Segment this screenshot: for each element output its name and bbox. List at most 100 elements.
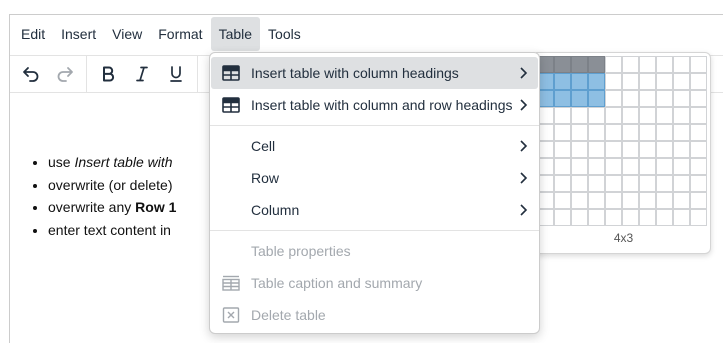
grid-cell[interactable] bbox=[690, 107, 707, 124]
grid-cell[interactable] bbox=[690, 209, 707, 226]
grid-cell[interactable] bbox=[622, 56, 639, 73]
grid-cell[interactable] bbox=[588, 141, 605, 158]
grid-cell[interactable] bbox=[673, 124, 690, 141]
underline-button[interactable] bbox=[159, 57, 193, 91]
grid-cell[interactable] bbox=[622, 107, 639, 124]
grid-cell[interactable] bbox=[690, 175, 707, 192]
grid-cell[interactable] bbox=[588, 209, 605, 226]
menu-item-insert-table-column-row-headings[interactable]: Insert table with column and row heading… bbox=[211, 89, 538, 121]
grid-cell[interactable] bbox=[639, 90, 656, 107]
grid-cell[interactable] bbox=[588, 175, 605, 192]
grid-cell[interactable] bbox=[571, 124, 588, 141]
redo-button[interactable] bbox=[48, 57, 82, 91]
grid-cell[interactable] bbox=[639, 124, 656, 141]
menu-edit[interactable]: Edit bbox=[13, 17, 53, 51]
grid-cell[interactable] bbox=[690, 141, 707, 158]
grid-cell[interactable] bbox=[639, 192, 656, 209]
grid-cell[interactable] bbox=[656, 90, 673, 107]
grid-cell[interactable] bbox=[554, 107, 571, 124]
grid-cell[interactable] bbox=[588, 107, 605, 124]
menu-item-row[interactable]: Row bbox=[211, 162, 538, 194]
grid-cell[interactable] bbox=[622, 175, 639, 192]
grid-cell[interactable] bbox=[605, 124, 622, 141]
grid-cell[interactable] bbox=[554, 90, 571, 107]
grid-cell[interactable] bbox=[673, 175, 690, 192]
grid-cell[interactable] bbox=[554, 56, 571, 73]
grid-cell[interactable] bbox=[656, 56, 673, 73]
grid-cell[interactable] bbox=[639, 73, 656, 90]
menu-item-insert-table-column-headings[interactable]: Insert table with column headings bbox=[211, 57, 538, 89]
grid-cell[interactable] bbox=[605, 107, 622, 124]
grid-cell[interactable] bbox=[622, 209, 639, 226]
grid-cell[interactable] bbox=[605, 90, 622, 107]
grid-cell[interactable] bbox=[571, 107, 588, 124]
grid-cell[interactable] bbox=[622, 158, 639, 175]
menu-tools[interactable]: Tools bbox=[260, 17, 309, 51]
grid-cell[interactable] bbox=[571, 56, 588, 73]
grid-cell[interactable] bbox=[656, 141, 673, 158]
grid-cell[interactable] bbox=[571, 73, 588, 90]
grid-cell[interactable] bbox=[605, 56, 622, 73]
grid-cell[interactable] bbox=[605, 73, 622, 90]
menu-item-table-properties[interactable]: Table properties bbox=[211, 235, 538, 267]
grid-cell[interactable] bbox=[656, 209, 673, 226]
grid-cell[interactable] bbox=[588, 192, 605, 209]
grid-cell[interactable] bbox=[690, 90, 707, 107]
bold-button[interactable] bbox=[91, 57, 125, 91]
grid-cell[interactable] bbox=[554, 124, 571, 141]
grid-cell[interactable] bbox=[605, 158, 622, 175]
menu-insert[interactable]: Insert bbox=[53, 17, 104, 51]
grid-cell[interactable] bbox=[673, 192, 690, 209]
menu-item-cell[interactable]: Cell bbox=[211, 130, 538, 162]
grid-cell[interactable] bbox=[605, 141, 622, 158]
grid-cell[interactable] bbox=[656, 158, 673, 175]
grid-cell[interactable] bbox=[656, 192, 673, 209]
grid-cell[interactable] bbox=[571, 175, 588, 192]
grid-cell[interactable] bbox=[639, 175, 656, 192]
grid-cell[interactable] bbox=[571, 192, 588, 209]
grid-cell[interactable] bbox=[588, 90, 605, 107]
grid-cell[interactable] bbox=[605, 175, 622, 192]
grid-cell[interactable] bbox=[673, 73, 690, 90]
grid-cell[interactable] bbox=[690, 158, 707, 175]
grid-cell[interactable] bbox=[588, 56, 605, 73]
grid-cell[interactable] bbox=[605, 192, 622, 209]
grid-cell[interactable] bbox=[690, 56, 707, 73]
grid-cell[interactable] bbox=[690, 124, 707, 141]
grid-cell[interactable] bbox=[571, 141, 588, 158]
grid-cell[interactable] bbox=[571, 158, 588, 175]
grid-cell[interactable] bbox=[588, 73, 605, 90]
italic-button[interactable] bbox=[125, 57, 159, 91]
grid-cell[interactable] bbox=[673, 209, 690, 226]
grid-cell[interactable] bbox=[588, 158, 605, 175]
grid-cell[interactable] bbox=[656, 175, 673, 192]
grid-cell[interactable] bbox=[588, 124, 605, 141]
grid-cell[interactable] bbox=[639, 141, 656, 158]
grid-cell[interactable] bbox=[554, 73, 571, 90]
grid-cell[interactable] bbox=[622, 141, 639, 158]
grid-cell[interactable] bbox=[673, 107, 690, 124]
grid-cell[interactable] bbox=[690, 192, 707, 209]
grid-cell[interactable] bbox=[656, 124, 673, 141]
menu-item-delete-table[interactable]: Delete table bbox=[211, 299, 538, 331]
grid-cell[interactable] bbox=[571, 90, 588, 107]
grid-cell[interactable] bbox=[622, 73, 639, 90]
grid-cell[interactable] bbox=[622, 90, 639, 107]
grid-cell[interactable] bbox=[554, 175, 571, 192]
grid-cell[interactable] bbox=[639, 56, 656, 73]
grid-cell[interactable] bbox=[622, 192, 639, 209]
grid-cell[interactable] bbox=[554, 141, 571, 158]
grid-cell[interactable] bbox=[639, 107, 656, 124]
undo-button[interactable] bbox=[14, 57, 48, 91]
grid-cell[interactable] bbox=[673, 158, 690, 175]
menu-item-table-caption-summary[interactable]: Table caption and summary bbox=[211, 267, 538, 299]
menu-format[interactable]: Format bbox=[150, 17, 210, 51]
grid-cell[interactable] bbox=[554, 192, 571, 209]
grid-cell[interactable] bbox=[690, 73, 707, 90]
menu-table[interactable]: Table bbox=[210, 17, 261, 51]
grid-cell[interactable] bbox=[673, 141, 690, 158]
grid-cell[interactable] bbox=[622, 124, 639, 141]
grid-cell[interactable] bbox=[571, 209, 588, 226]
grid-cell[interactable] bbox=[639, 209, 656, 226]
grid-cell[interactable] bbox=[554, 209, 571, 226]
